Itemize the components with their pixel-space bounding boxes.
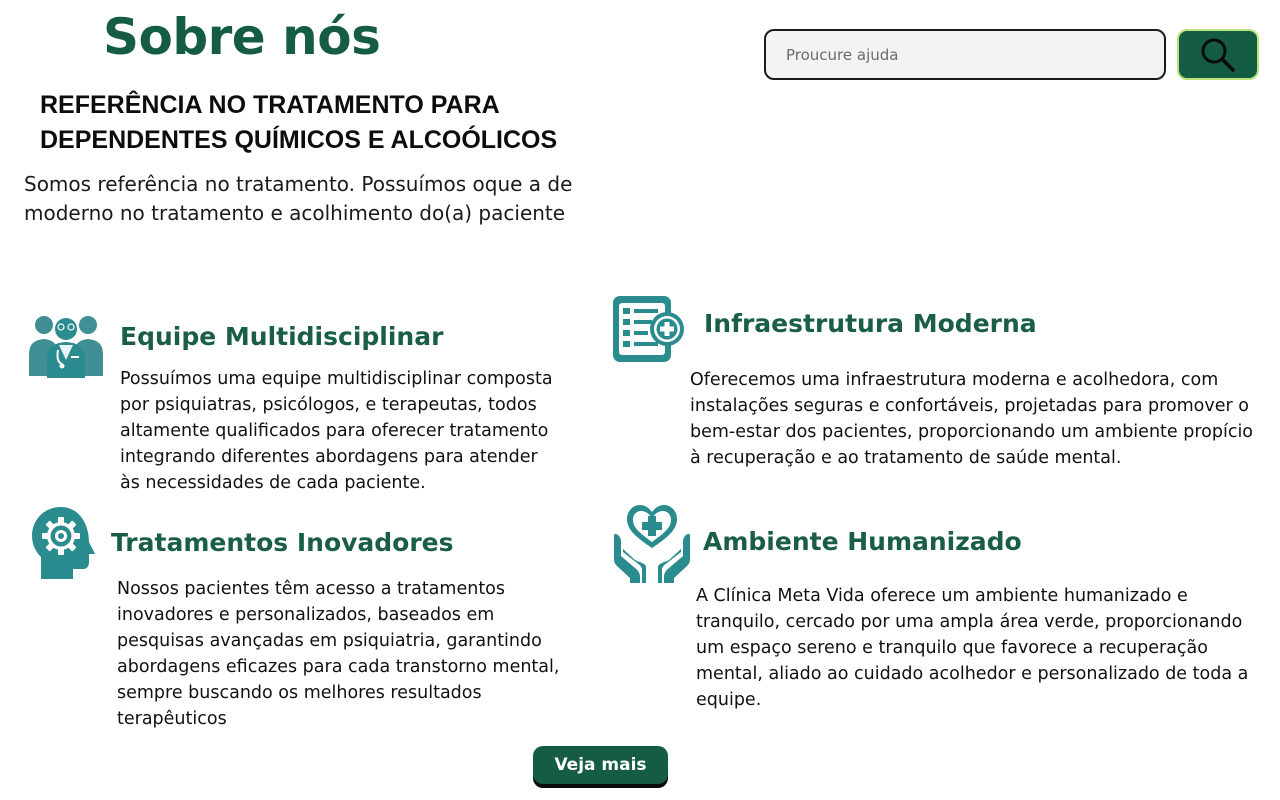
feature-infra-icon-wrap (612, 294, 686, 364)
feature-title-infra: Infraestrutura Moderna (704, 309, 1037, 338)
feature-text-treatment: Nossos pacientes têm acesso a tratamento… (117, 579, 560, 729)
search-button[interactable] (1177, 29, 1259, 80)
feature-team-icon-wrap (28, 312, 104, 380)
feature-title-treatment: Tratamentos Inovadores (111, 528, 454, 557)
head-gear-icon (31, 506, 97, 580)
search-icon (1200, 37, 1236, 73)
medical-team-icon (28, 312, 104, 380)
page-subtitle: REFERÊNCIA NO TRATAMENTO PARA DEPENDENTE… (40, 91, 558, 154)
feature-text-humanized: A Clínica Meta Vida oferece um ambiente … (696, 586, 1249, 710)
see-more-button[interactable]: Veja mais (533, 746, 668, 784)
feature-text-infra: Oferecemos uma infraestrutura moderna e … (690, 370, 1254, 468)
feature-treatment-icon-wrap (31, 506, 97, 580)
hands-heart-icon (613, 504, 691, 584)
intro-paragraph: Somos referência no tratamento. Possuímo… (24, 172, 573, 225)
medical-checklist-icon (612, 294, 686, 364)
feature-title-humanized: Ambiente Humanizado (703, 527, 1022, 556)
page-title: Sobre nós (103, 8, 381, 66)
feature-title-team: Equipe Multidisciplinar (120, 322, 444, 351)
feature-humanized-icon-wrap (613, 504, 691, 584)
search-input[interactable] (766, 31, 1164, 78)
feature-text-team: Possuímos uma equipe multidisciplinar co… (120, 369, 553, 493)
search-box (764, 29, 1166, 80)
